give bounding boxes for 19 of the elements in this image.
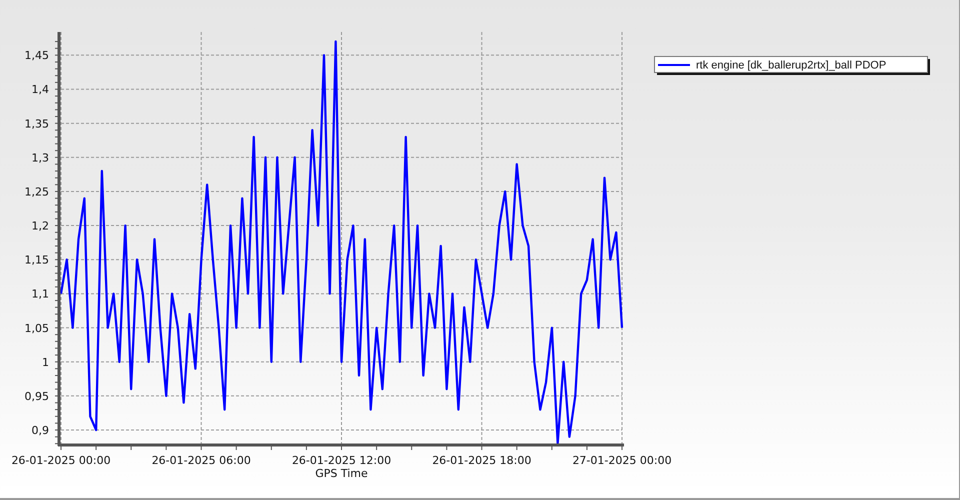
- y-tick-label: 1: [42, 356, 49, 369]
- x-tick-label: 26-01-2025 06:00: [152, 454, 251, 467]
- y-tick-label: 1,15: [24, 254, 49, 267]
- y-tick-label: 0,9: [32, 424, 49, 437]
- y-tick-label: 1,4: [32, 83, 49, 96]
- x-tick-label: 26-01-2025 18:00: [432, 454, 532, 467]
- y-tick-label: 1,3: [32, 151, 49, 164]
- y-tick-label: 0,95: [24, 390, 49, 403]
- y-tick-label: 1,35: [24, 117, 49, 130]
- y-tick-label: 1,1: [32, 288, 49, 301]
- legend-label: rtk engine [dk_ballerup2rtx]_ball PDOP: [696, 60, 886, 72]
- y-tick-label: 1,2: [32, 220, 49, 233]
- x-axis-title: GPS Time: [315, 467, 368, 480]
- x-tick-label: 26-01-2025 00:00: [11, 454, 111, 467]
- x-tick-label: 26-01-2025 12:00: [292, 454, 392, 467]
- x-tick-label: 27-01-2025 00:00: [572, 454, 672, 467]
- y-tick-label: 1,25: [24, 185, 49, 198]
- y-tick-label: 1,05: [24, 322, 49, 335]
- y-tick-label: 1,45: [24, 49, 49, 62]
